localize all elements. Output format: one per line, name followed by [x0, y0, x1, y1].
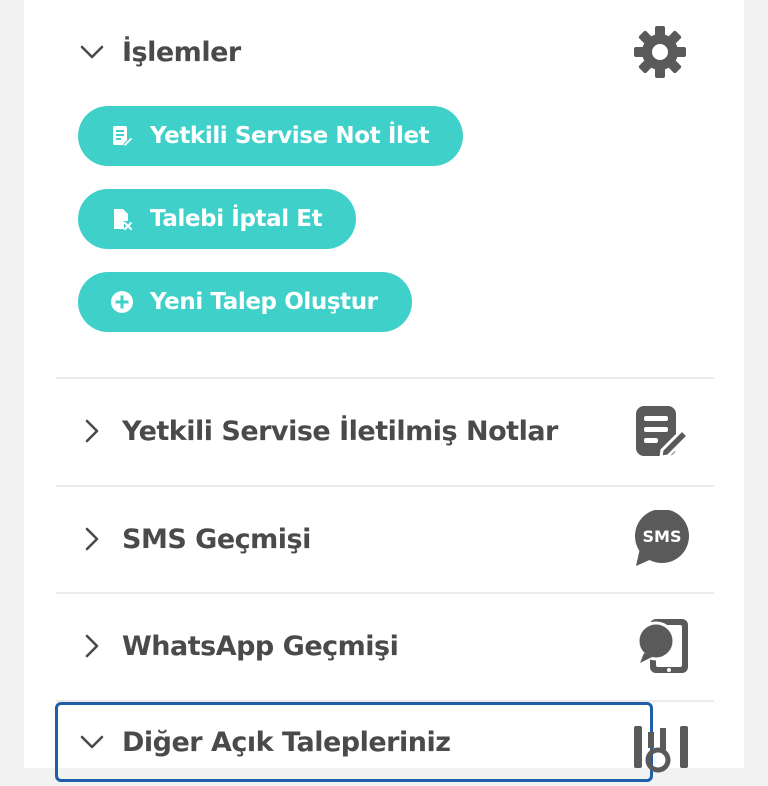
search-list-icon — [632, 724, 690, 782]
sms-icon-text: SMS — [643, 527, 682, 546]
row-label: SMS Geçmişi — [122, 523, 311, 555]
plus-circle-icon — [108, 288, 136, 316]
row-other-open-requests[interactable]: Diğer Açık Talepleriniz — [55, 702, 653, 782]
gear-icon — [632, 24, 688, 80]
notes-icon — [632, 402, 690, 460]
chevron-down-icon — [78, 728, 106, 756]
islemler-section-header[interactable]: İşlemler — [78, 24, 698, 80]
row-sms-history[interactable]: SMS Geçmişi SMS — [56, 487, 714, 591]
send-note-button[interactable]: Yetkili Servise Not İlet — [78, 106, 464, 166]
row-label: WhatsApp Geçmişi — [122, 630, 399, 662]
file-cancel-icon — [108, 205, 136, 233]
row-whatsapp-history[interactable]: WhatsApp Geçmişi — [56, 594, 714, 698]
cancel-request-label: Talebi İptal Et — [150, 206, 323, 232]
chevron-down-icon — [78, 38, 106, 66]
row-label: Yetkili Servise İletilmiş Notlar — [122, 415, 558, 447]
cancel-request-button[interactable]: Talebi İptal Et — [78, 189, 357, 249]
phone-chat-icon — [632, 617, 690, 675]
send-note-label: Yetkili Servise Not İlet — [150, 123, 430, 149]
sms-bubble-icon: SMS — [632, 510, 690, 568]
row-label: Diğer Açık Talepleriniz — [122, 726, 451, 758]
new-request-label: Yeni Talep Oluştur — [150, 289, 378, 315]
new-request-button[interactable]: Yeni Talep Oluştur — [78, 272, 412, 332]
chevron-right-icon — [78, 525, 106, 553]
row-sent-notes[interactable]: Yetkili Servise İletilmiş Notlar — [56, 379, 714, 483]
chevron-right-icon — [78, 632, 106, 660]
section-title: İşlemler — [122, 36, 241, 68]
chevron-right-icon — [78, 417, 106, 445]
note-edit-icon — [108, 122, 136, 150]
